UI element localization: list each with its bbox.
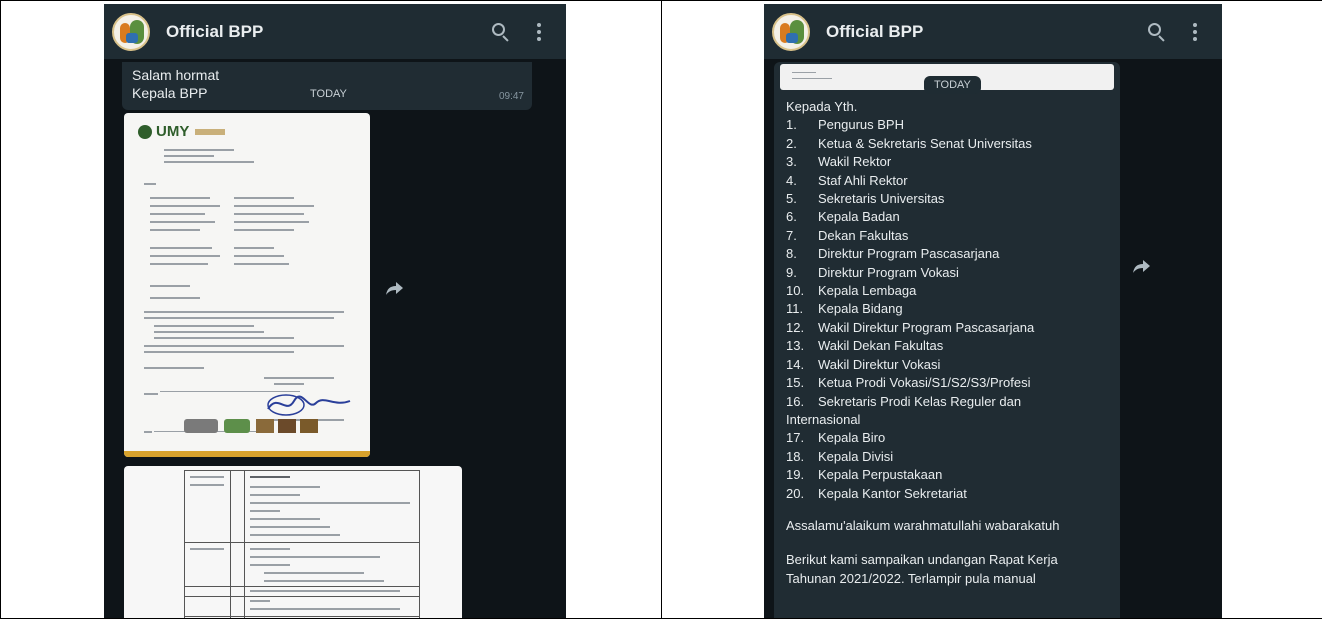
list-item: 1. Pengurus BPH <box>786 117 904 133</box>
schedule-image-attachment[interactable] <box>124 466 462 618</box>
text-message-bubble[interactable]: Salam hormat Kepala BPP TODAY 09:47 <box>122 62 532 110</box>
chat-header: Official BPP <box>104 4 566 59</box>
list-item: 8. Direktur Program Pascasarjana <box>786 246 1000 262</box>
body-line: Tahunan 2021/2022. Terlampir pula manual <box>786 570 1036 586</box>
list-item: 17. Kepala Biro <box>786 430 886 446</box>
search-icon[interactable] <box>1146 21 1168 43</box>
body-line: Berikut kami sampaikan undangan Rapat Ke… <box>786 552 1058 568</box>
right-screenshot-panel: Official BPP Kepada Yth. 1. Pengurus BPH … <box>661 0 1322 619</box>
share-icon[interactable] <box>1132 258 1152 274</box>
list-item: 9. Direktur Program Vokasi <box>786 264 959 280</box>
chat-title[interactable]: Official BPP <box>826 22 1146 42</box>
list-item: 16. Sekretaris Prodi Kelas Reguler dan <box>786 393 1022 409</box>
chat-screen-right: Official BPP Kepada Yth. 1. Pengurus BPH … <box>764 4 1222 618</box>
chat-header: Official BPP <box>764 4 1222 59</box>
list-item: 7. Dekan Fakultas <box>786 227 909 243</box>
list-item: 13. Wakil Dekan Fakultas <box>786 338 944 354</box>
channel-avatar[interactable] <box>112 12 150 51</box>
recipient-list-continued: 17. Kepala Biro 18. Kepala Divisi 19. Kepal… <box>786 429 1112 503</box>
list-item: 2. Ketua & Sekretaris Senat Universitas <box>786 135 1032 151</box>
more-options-icon[interactable] <box>1184 21 1206 43</box>
message-body: Kepada Yth. 1. Pengurus BPH 2. Ketua & Sek… <box>786 98 1112 588</box>
list-item: 18. Kepala Divisi <box>786 448 894 464</box>
list-item: 5. Sekretaris Universitas <box>786 191 945 207</box>
list-item: 4. Staf Ahli Rektor <box>786 172 908 188</box>
list-item: 15. Ketua Prodi Vokasi/S1/S2/S3/Profesi <box>786 375 1031 391</box>
signature-mark <box>267 394 351 416</box>
salam-line: Assalamu'alaikum warahmatullahi wabaraka… <box>786 517 1060 533</box>
left-screenshot-panel: Official BPP Salam hormat Kepala BPP TOD… <box>0 0 662 619</box>
list-item: 12. Wakil Direktur Program Pascasarjana <box>786 319 1035 335</box>
list-item: 3. Wakil Rektor <box>786 154 892 170</box>
letter-image-attachment[interactable]: UMY <box>124 113 370 457</box>
channel-avatar[interactable] <box>772 12 810 51</box>
share-icon[interactable] <box>385 280 405 296</box>
list-item: 14. Wakil Direktur Vokasi <box>786 356 941 372</box>
chat-screen-left: Official BPP Salam hormat Kepala BPP TOD… <box>104 4 566 618</box>
more-options-icon[interactable] <box>528 21 550 43</box>
search-icon[interactable] <box>490 21 512 43</box>
day-separator: TODAY <box>924 76 981 94</box>
list-item: 6. Kepala Badan <box>786 209 900 225</box>
list-item: 19. Kepala Perpustakaan <box>786 467 943 483</box>
invitation-message-bubble[interactable]: Kepada Yth. 1. Pengurus BPH 2. Ketua & Sek… <box>774 62 1120 618</box>
list-item: 11. Kepala Bidang <box>786 301 903 317</box>
message-time: 09:47 <box>498 91 524 102</box>
umy-logo: UMY <box>138 123 226 140</box>
list-item: 10. Kepala Lembaga <box>786 283 917 299</box>
recipient-list: 1. Pengurus BPH 2. Ketua & Sekretaris Sena… <box>786 116 1112 411</box>
chat-title[interactable]: Official BPP <box>166 22 490 42</box>
day-separator: TODAY <box>310 88 347 100</box>
list-item: 20. Kepala Kantor Sekretariat <box>786 485 967 501</box>
list-item-continuation: Internasional <box>786 411 861 427</box>
greeting: Kepada Yth. <box>786 99 858 114</box>
